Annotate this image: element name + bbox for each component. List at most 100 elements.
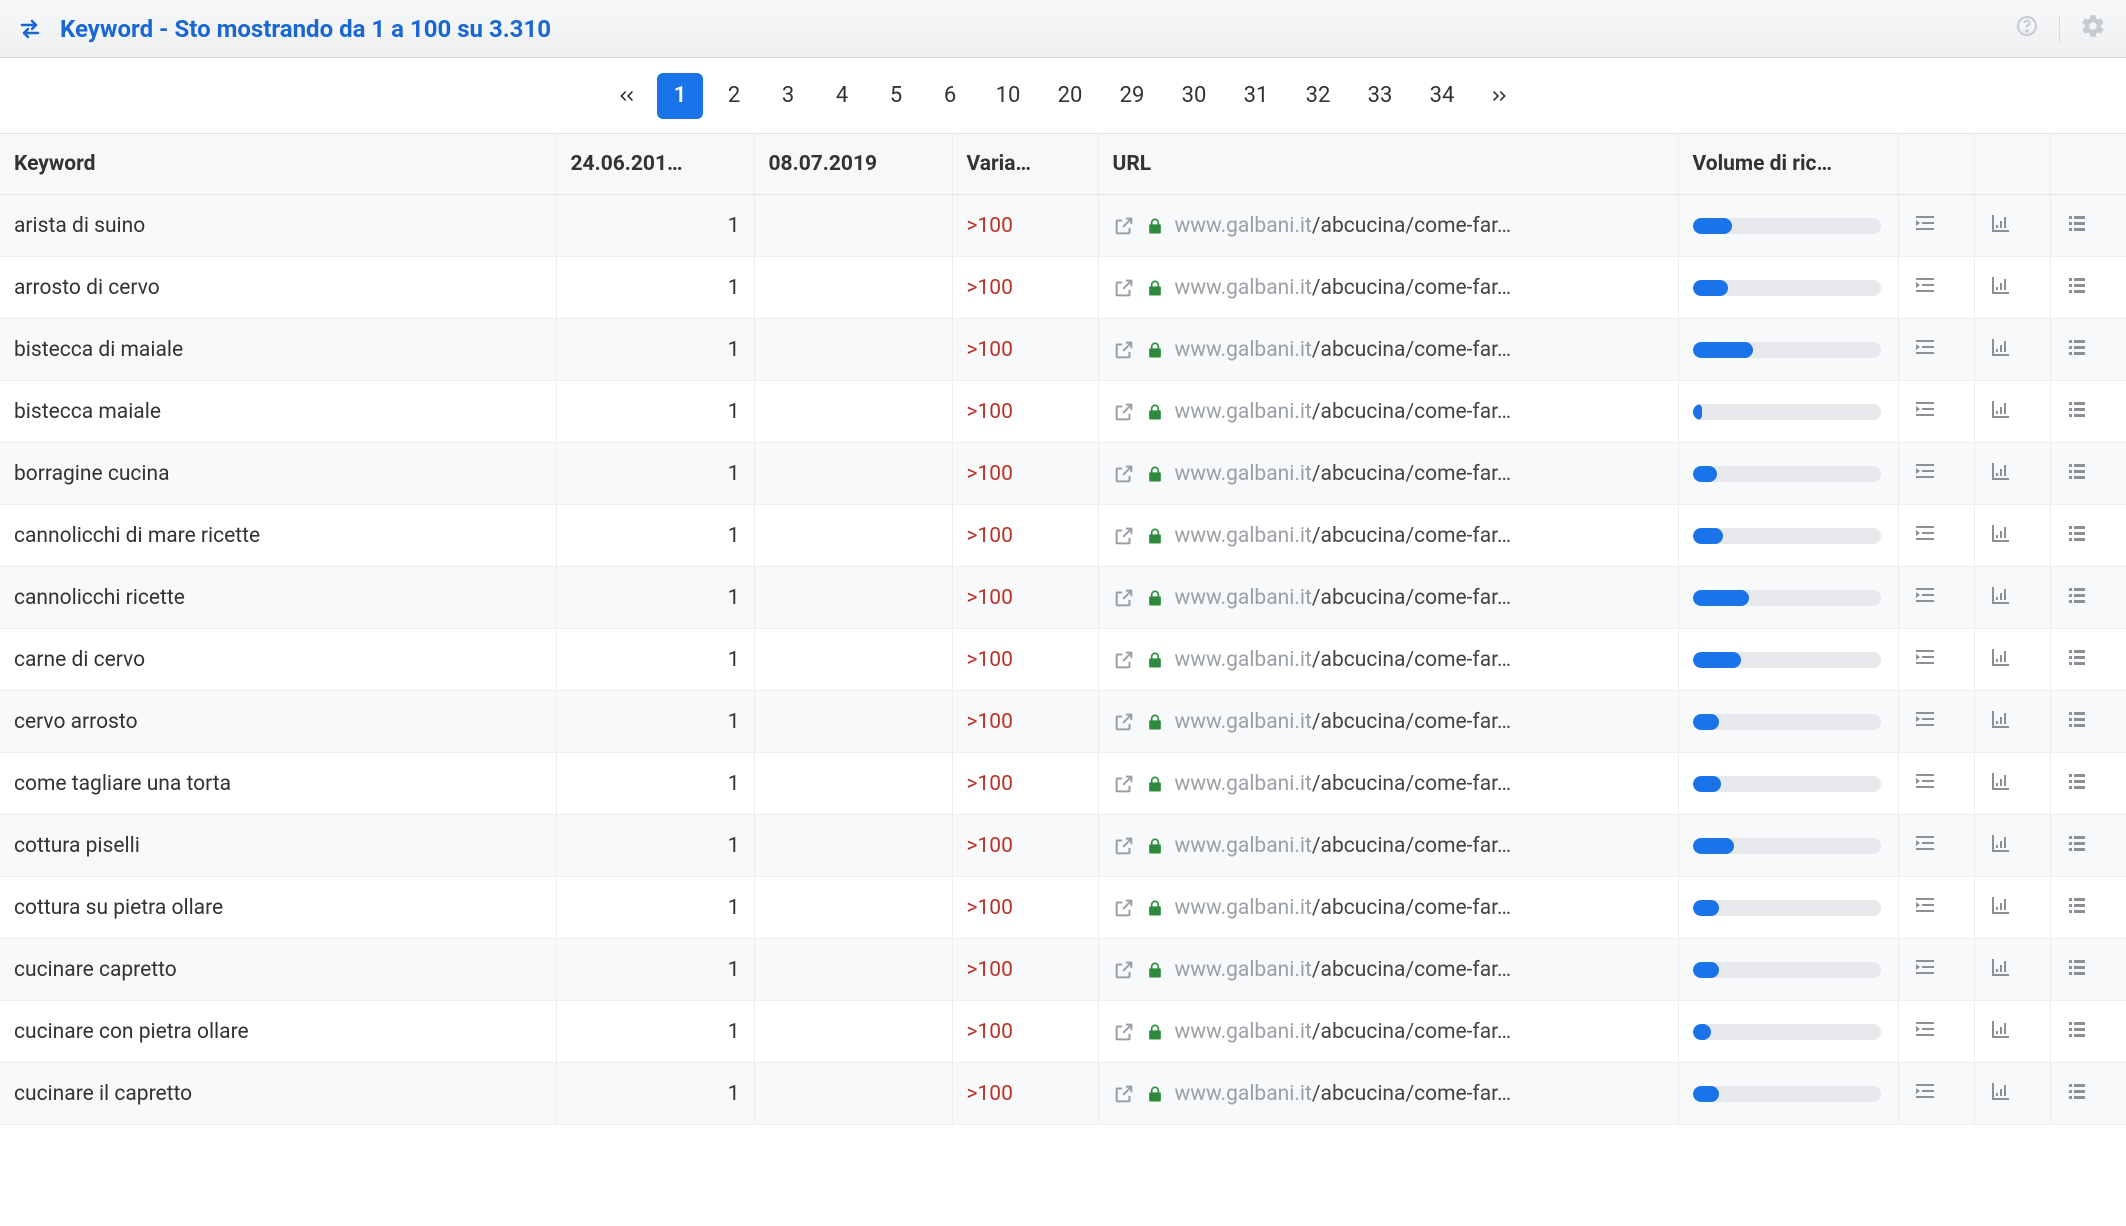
list-icon[interactable] bbox=[2065, 955, 2089, 979]
cell-action-indent[interactable] bbox=[1898, 381, 1974, 443]
cell-action-indent[interactable] bbox=[1898, 319, 1974, 381]
external-link-icon[interactable] bbox=[1113, 1021, 1135, 1043]
external-link-icon[interactable] bbox=[1113, 1083, 1135, 1105]
chart-icon[interactable] bbox=[1989, 645, 2013, 669]
page-29[interactable]: 29 bbox=[1105, 73, 1159, 119]
list-icon[interactable] bbox=[2065, 707, 2089, 731]
cell-url[interactable]: www.galbani.it/abcucina/come-far… bbox=[1098, 815, 1678, 877]
list-icon[interactable] bbox=[2065, 583, 2089, 607]
cell-action-list[interactable] bbox=[2050, 939, 2126, 1001]
indent-icon[interactable] bbox=[1913, 707, 1937, 731]
chart-icon[interactable] bbox=[1989, 1079, 2013, 1103]
cell-action-chart[interactable] bbox=[1974, 691, 2050, 753]
cell-keyword[interactable]: cannolicchi di mare ricette bbox=[0, 505, 556, 567]
cell-action-chart[interactable] bbox=[1974, 629, 2050, 691]
url-text[interactable]: www.galbani.it/abcucina/come-far… bbox=[1175, 462, 1512, 486]
cell-action-list[interactable] bbox=[2050, 195, 2126, 257]
pagination-last[interactable] bbox=[1477, 73, 1523, 119]
chart-icon[interactable] bbox=[1989, 335, 2013, 359]
page-31[interactable]: 31 bbox=[1229, 73, 1283, 119]
cell-action-indent[interactable] bbox=[1898, 877, 1974, 939]
cell-keyword[interactable]: cannolicchi ricette bbox=[0, 567, 556, 629]
chart-icon[interactable] bbox=[1989, 459, 2013, 483]
url-text[interactable]: www.galbani.it/abcucina/come-far… bbox=[1175, 834, 1512, 858]
url-text[interactable]: www.galbani.it/abcucina/come-far… bbox=[1175, 400, 1512, 424]
list-icon[interactable] bbox=[2065, 1017, 2089, 1041]
help-icon[interactable] bbox=[2015, 14, 2039, 43]
url-text[interactable]: www.galbani.it/abcucina/come-far… bbox=[1175, 1020, 1512, 1044]
cell-action-chart[interactable] bbox=[1974, 939, 2050, 1001]
list-icon[interactable] bbox=[2065, 335, 2089, 359]
cell-url[interactable]: www.galbani.it/abcucina/come-far… bbox=[1098, 939, 1678, 1001]
list-icon[interactable] bbox=[2065, 769, 2089, 793]
pagination-first[interactable] bbox=[603, 73, 649, 119]
cell-action-indent[interactable] bbox=[1898, 753, 1974, 815]
cell-action-indent[interactable] bbox=[1898, 257, 1974, 319]
cell-action-list[interactable] bbox=[2050, 1001, 2126, 1063]
list-icon[interactable] bbox=[2065, 893, 2089, 917]
cell-action-list[interactable] bbox=[2050, 753, 2126, 815]
cell-keyword[interactable]: cucinare con pietra ollare bbox=[0, 1001, 556, 1063]
external-link-icon[interactable] bbox=[1113, 897, 1135, 919]
cell-action-list[interactable] bbox=[2050, 257, 2126, 319]
cell-action-chart[interactable] bbox=[1974, 443, 2050, 505]
url-text[interactable]: www.galbani.it/abcucina/come-far… bbox=[1175, 772, 1512, 796]
cell-action-chart[interactable] bbox=[1974, 319, 2050, 381]
cell-url[interactable]: www.galbani.it/abcucina/come-far… bbox=[1098, 629, 1678, 691]
url-text[interactable]: www.galbani.it/abcucina/come-far… bbox=[1175, 586, 1512, 610]
cell-action-chart[interactable] bbox=[1974, 1001, 2050, 1063]
cell-action-indent[interactable] bbox=[1898, 691, 1974, 753]
col-header-url[interactable]: URL bbox=[1098, 134, 1678, 195]
cell-url[interactable]: www.galbani.it/abcucina/come-far… bbox=[1098, 381, 1678, 443]
chart-icon[interactable] bbox=[1989, 831, 2013, 855]
cell-keyword[interactable]: bistecca maiale bbox=[0, 381, 556, 443]
cell-url[interactable]: www.galbani.it/abcucina/come-far… bbox=[1098, 505, 1678, 567]
indent-icon[interactable] bbox=[1913, 645, 1937, 669]
cell-action-chart[interactable] bbox=[1974, 505, 2050, 567]
page-20[interactable]: 20 bbox=[1043, 73, 1097, 119]
cell-action-chart[interactable] bbox=[1974, 195, 2050, 257]
cell-action-list[interactable] bbox=[2050, 815, 2126, 877]
cell-action-list[interactable] bbox=[2050, 381, 2126, 443]
cell-action-indent[interactable] bbox=[1898, 1001, 1974, 1063]
url-text[interactable]: www.galbani.it/abcucina/come-far… bbox=[1175, 214, 1512, 238]
cell-url[interactable]: www.galbani.it/abcucina/come-far… bbox=[1098, 877, 1678, 939]
cell-keyword[interactable]: bistecca di maiale bbox=[0, 319, 556, 381]
cell-action-indent[interactable] bbox=[1898, 815, 1974, 877]
cell-action-chart[interactable] bbox=[1974, 257, 2050, 319]
page-10[interactable]: 10 bbox=[981, 73, 1035, 119]
indent-icon[interactable] bbox=[1913, 397, 1937, 421]
cell-action-list[interactable] bbox=[2050, 691, 2126, 753]
url-text[interactable]: www.galbani.it/abcucina/come-far… bbox=[1175, 958, 1512, 982]
indent-icon[interactable] bbox=[1913, 1079, 1937, 1103]
external-link-icon[interactable] bbox=[1113, 463, 1135, 485]
col-header-keyword[interactable]: Keyword bbox=[0, 134, 556, 195]
external-link-icon[interactable] bbox=[1113, 773, 1135, 795]
cell-url[interactable]: www.galbani.it/abcucina/come-far… bbox=[1098, 443, 1678, 505]
chart-icon[interactable] bbox=[1989, 1017, 2013, 1041]
list-icon[interactable] bbox=[2065, 645, 2089, 669]
indent-icon[interactable] bbox=[1913, 273, 1937, 297]
page-34[interactable]: 34 bbox=[1415, 73, 1469, 119]
chart-icon[interactable] bbox=[1989, 583, 2013, 607]
page-33[interactable]: 33 bbox=[1353, 73, 1407, 119]
page-32[interactable]: 32 bbox=[1291, 73, 1345, 119]
page-30[interactable]: 30 bbox=[1167, 73, 1221, 119]
chart-icon[interactable] bbox=[1989, 211, 2013, 235]
external-link-icon[interactable] bbox=[1113, 587, 1135, 609]
col-header-volume[interactable]: Volume di ric… bbox=[1678, 134, 1898, 195]
url-text[interactable]: www.galbani.it/abcucina/come-far… bbox=[1175, 1082, 1512, 1106]
cell-url[interactable]: www.galbani.it/abcucina/come-far… bbox=[1098, 753, 1678, 815]
cell-action-list[interactable] bbox=[2050, 629, 2126, 691]
cell-keyword[interactable]: arrosto di cervo bbox=[0, 257, 556, 319]
url-text[interactable]: www.galbani.it/abcucina/come-far… bbox=[1175, 276, 1512, 300]
cell-url[interactable]: www.galbani.it/abcucina/come-far… bbox=[1098, 691, 1678, 753]
cell-keyword[interactable]: arista di suino bbox=[0, 195, 556, 257]
list-icon[interactable] bbox=[2065, 831, 2089, 855]
cell-action-chart[interactable] bbox=[1974, 1063, 2050, 1125]
cell-action-indent[interactable] bbox=[1898, 1063, 1974, 1125]
indent-icon[interactable] bbox=[1913, 211, 1937, 235]
chart-icon[interactable] bbox=[1989, 955, 2013, 979]
cell-keyword[interactable]: cottura piselli bbox=[0, 815, 556, 877]
list-icon[interactable] bbox=[2065, 211, 2089, 235]
